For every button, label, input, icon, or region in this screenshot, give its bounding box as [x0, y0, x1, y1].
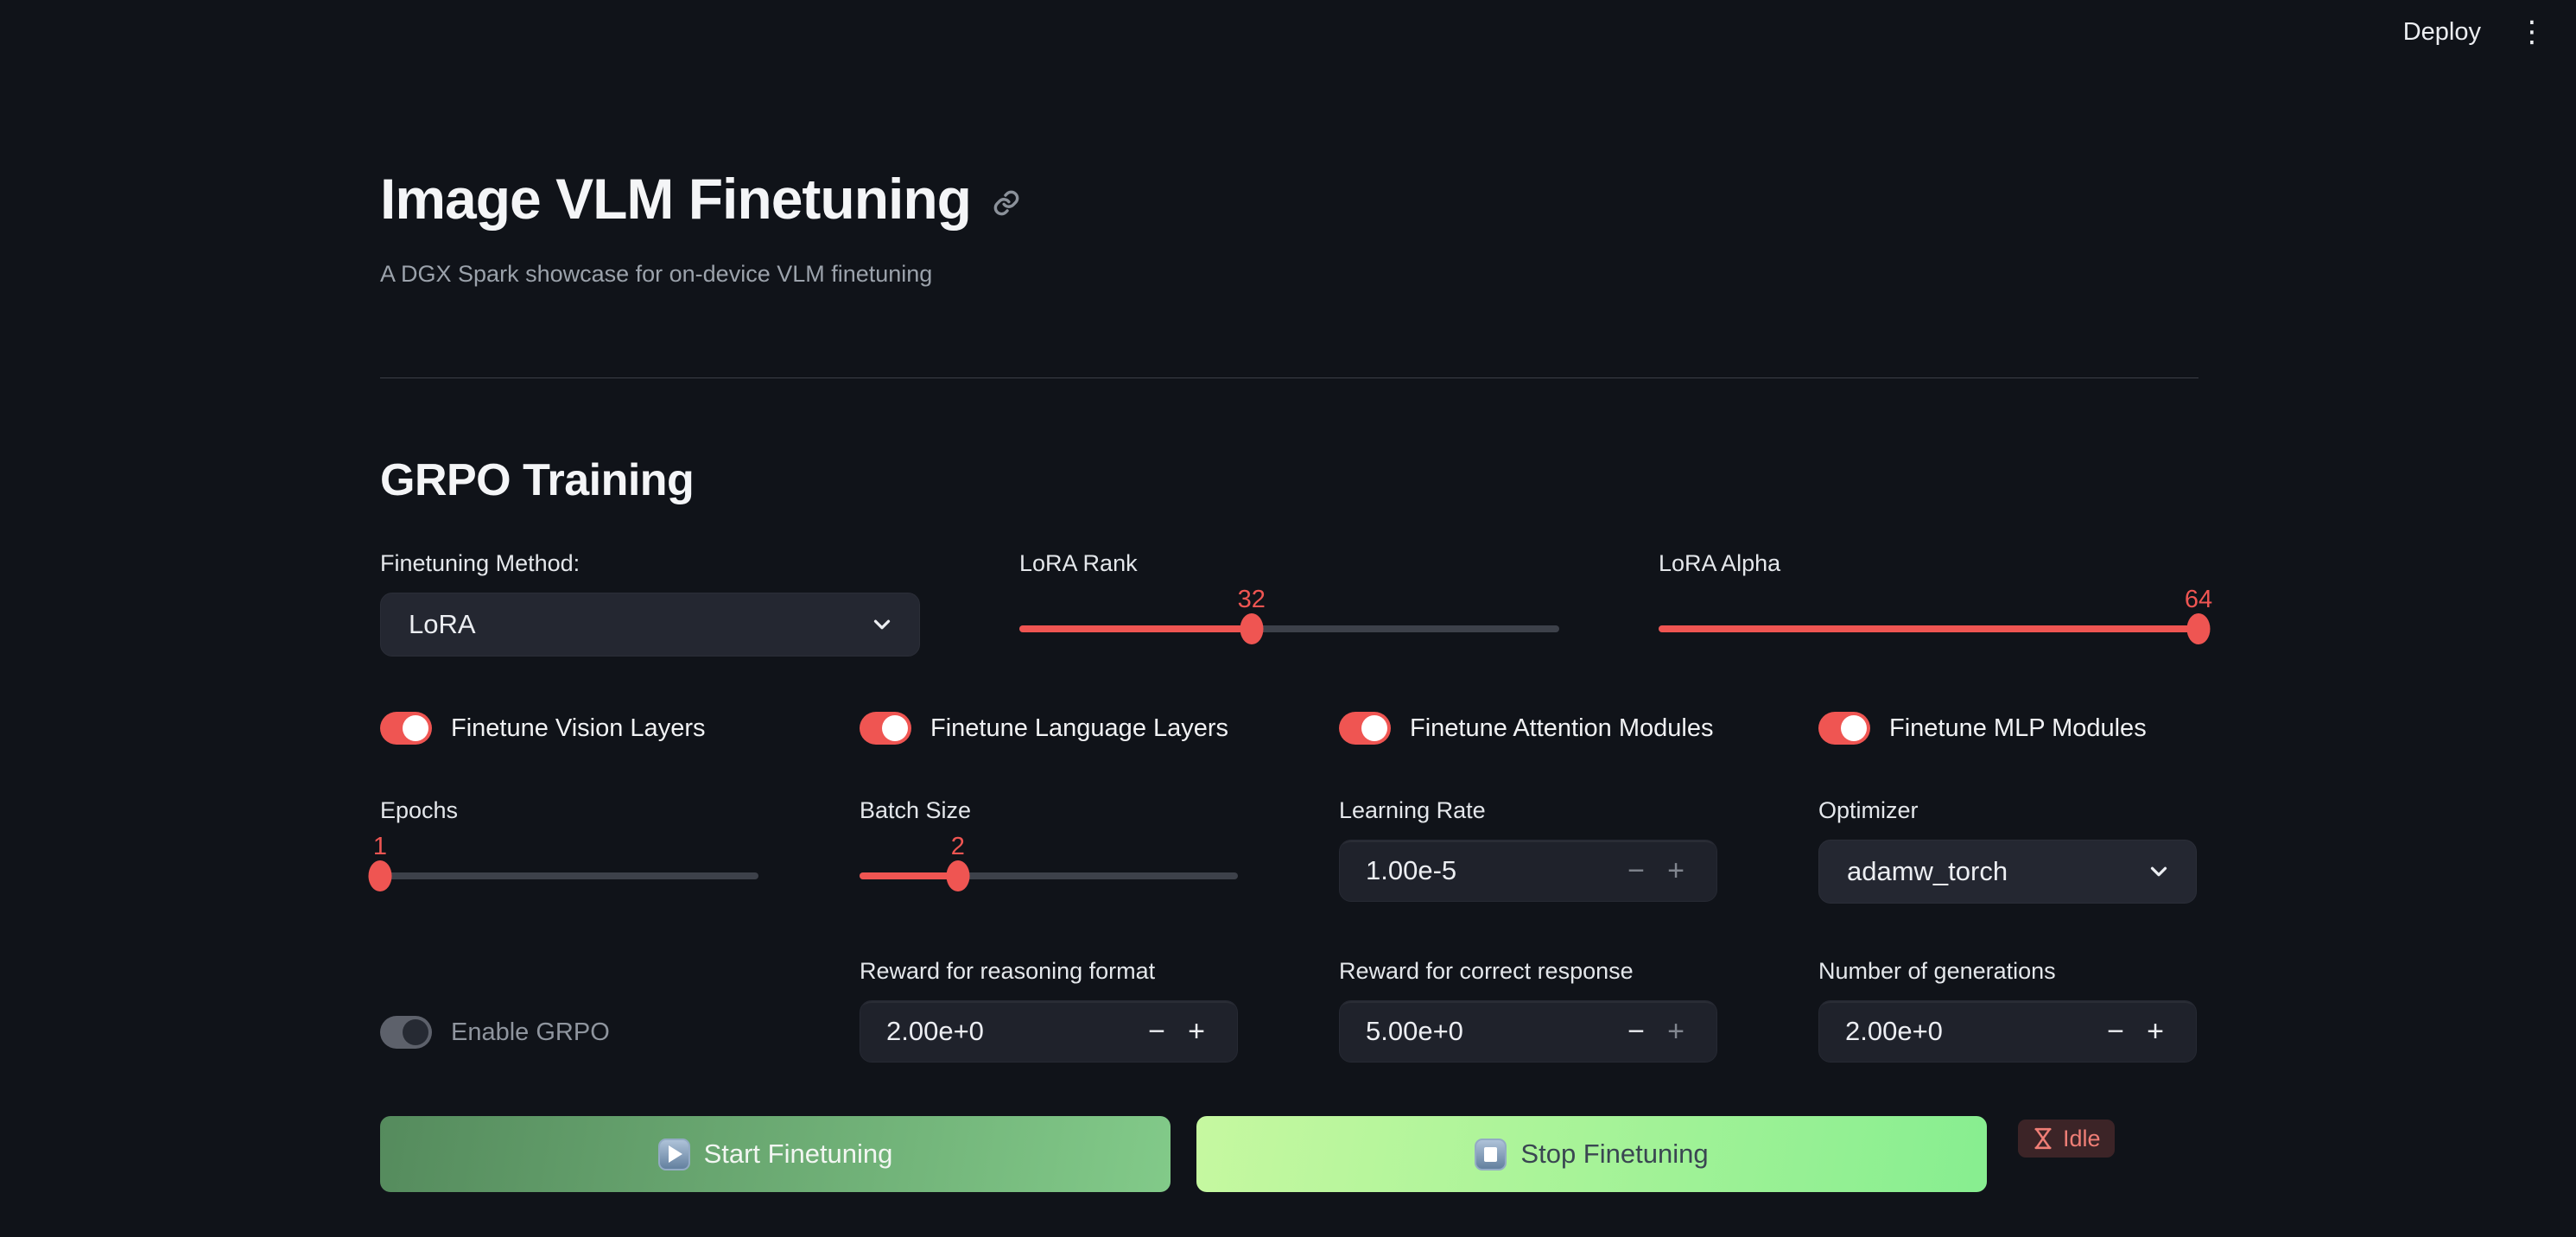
toggle-knob	[882, 715, 908, 741]
num-generations-field: Number of generations 2.00e+0 − +	[1818, 957, 2197, 1064]
toggle-track[interactable]	[1818, 712, 1870, 745]
toggle-knob	[403, 715, 428, 741]
kebab-menu-icon[interactable]: ⋮	[2517, 17, 2547, 47]
lora-alpha-value: 64	[2185, 586, 2212, 614]
start-finetuning-button[interactable]: Start Finetuning	[380, 1116, 1171, 1192]
stop-icon	[1475, 1139, 1507, 1170]
learning-rate-field: Learning Rate 1.00e-5 − +	[1339, 796, 1717, 904]
plus-button[interactable]: +	[1177, 1015, 1216, 1049]
actions-row: Start Finetuning Stop Finetuning Idle	[380, 1116, 2198, 1192]
lora-rank-track[interactable]	[1019, 613, 1559, 644]
page-title: Image VLM Finetuning	[380, 166, 2198, 232]
plus-button[interactable]: +	[1656, 1015, 1696, 1049]
reward-reasoning-field: Reward for reasoning format 2.00e+0 − +	[860, 957, 1238, 1064]
lora-rank-label: LoRA Rank	[1019, 549, 1559, 577]
lora-alpha-track[interactable]	[1659, 613, 2198, 644]
reward-correct-input[interactable]: 5.00e+0 − +	[1339, 1000, 1717, 1063]
chevron-down-icon	[2146, 859, 2172, 885]
reward-reasoning-label: Reward for reasoning format	[860, 957, 1238, 985]
link-icon[interactable]	[992, 188, 1021, 218]
batch-size-track[interactable]	[860, 860, 1238, 891]
row-training-params: Epochs 1 Batch Size 2 Learning Rate	[380, 796, 2198, 904]
chevron-down-icon	[869, 612, 895, 638]
minus-button[interactable]: −	[1137, 1015, 1177, 1049]
lora-rank-value: 32	[1238, 586, 1266, 614]
row-toggles: Finetune Vision Layers Finetune Language…	[380, 712, 2198, 745]
reward-reasoning-value[interactable]: 2.00e+0	[886, 1016, 1137, 1047]
toggle-knob	[403, 1019, 428, 1045]
epochs-track[interactable]	[380, 860, 758, 891]
epochs-value: 1	[373, 833, 387, 861]
reward-correct-value[interactable]: 5.00e+0	[1366, 1016, 1616, 1047]
plus-button[interactable]: +	[2135, 1015, 2175, 1049]
toggle-label: Enable GRPO	[451, 1018, 610, 1047]
lora-alpha-label: LoRA Alpha	[1659, 549, 2198, 577]
reward-reasoning-input[interactable]: 2.00e+0 − +	[860, 1000, 1238, 1063]
lora-alpha-slider: LoRA Alpha 64	[1659, 549, 2198, 657]
toggle-finetune-mlp-modules[interactable]: Finetune MLP Modules	[1818, 712, 2197, 745]
toggle-track[interactable]	[380, 712, 432, 745]
toggle-label: Finetune MLP Modules	[1889, 714, 2147, 743]
top-bar: Deploy ⋮	[0, 0, 2576, 64]
toggle-track[interactable]	[860, 712, 911, 745]
stop-finetuning-label: Stop Finetuning	[1520, 1139, 1708, 1170]
toggle-knob	[1361, 715, 1387, 741]
toggle-enable-grpo[interactable]: Enable GRPO	[380, 1000, 758, 1064]
divider	[380, 377, 2198, 378]
section-title: GRPO Training	[380, 454, 2198, 506]
toggle-track[interactable]	[1339, 712, 1391, 745]
finetuning-method-value: LoRA	[409, 609, 869, 640]
reward-correct-field: Reward for correct response 5.00e+0 − +	[1339, 957, 1717, 1064]
learning-rate-input[interactable]: 1.00e-5 − +	[1339, 840, 1717, 902]
lora-rank-slider: LoRA Rank 32	[1019, 549, 1559, 657]
epochs-label: Epochs	[380, 796, 758, 824]
toggle-label: Finetune Attention Modules	[1410, 714, 1713, 743]
page-title-text: Image VLM Finetuning	[380, 166, 971, 232]
plus-button[interactable]: +	[1656, 854, 1696, 888]
minus-button[interactable]: −	[1616, 854, 1656, 888]
num-generations-value[interactable]: 2.00e+0	[1845, 1016, 2096, 1047]
deploy-button[interactable]: Deploy	[2403, 18, 2481, 47]
batch-size-thumb[interactable]	[946, 860, 969, 891]
finetuning-method-field: Finetuning Method: LoRA	[380, 549, 920, 657]
learning-rate-value[interactable]: 1.00e-5	[1366, 855, 1616, 886]
page-subtitle: A DGX Spark showcase for on-device VLM f…	[380, 261, 2198, 288]
status-badge: Idle	[2018, 1120, 2115, 1158]
lora-alpha-thumb[interactable]	[2187, 613, 2211, 644]
epochs-slider: Epochs 1	[380, 796, 758, 904]
batch-size-label: Batch Size	[860, 796, 1238, 824]
optimizer-label: Optimizer	[1818, 796, 2197, 824]
finetuning-method-select[interactable]: LoRA	[380, 593, 920, 657]
toggle-finetune-attention-modules[interactable]: Finetune Attention Modules	[1339, 712, 1717, 745]
play-icon	[658, 1139, 690, 1170]
start-finetuning-label: Start Finetuning	[704, 1139, 893, 1170]
status-label: Idle	[2063, 1126, 2101, 1152]
row-method-lora: Finetuning Method: LoRA LoRA Rank 32 LoR…	[380, 549, 2198, 657]
stop-finetuning-button[interactable]: Stop Finetuning	[1196, 1116, 1987, 1192]
hourglass-icon	[2032, 1126, 2054, 1151]
num-generations-input[interactable]: 2.00e+0 − +	[1818, 1000, 2197, 1063]
toggle-track[interactable]	[380, 1016, 432, 1049]
toggle-finetune-language-layers[interactable]: Finetune Language Layers	[860, 712, 1238, 745]
reward-correct-label: Reward for correct response	[1339, 957, 1717, 985]
finetuning-method-label: Finetuning Method:	[380, 549, 920, 577]
batch-size-value: 2	[951, 833, 965, 861]
optimizer-value: adamw_torch	[1847, 856, 2146, 887]
toggle-knob	[1841, 715, 1867, 741]
minus-button[interactable]: −	[2096, 1015, 2135, 1049]
row-grpo-params: Enable GRPO Reward for reasoning format …	[380, 957, 2198, 1064]
toggle-finetune-vision-layers[interactable]: Finetune Vision Layers	[380, 712, 758, 745]
lora-rank-thumb[interactable]	[1240, 613, 1263, 644]
toggle-label: Finetune Language Layers	[930, 714, 1228, 743]
optimizer-field: Optimizer adamw_torch	[1818, 796, 2197, 904]
minus-button[interactable]: −	[1616, 1015, 1656, 1049]
optimizer-select[interactable]: adamw_torch	[1818, 840, 2197, 904]
epochs-thumb[interactable]	[369, 860, 392, 891]
toggle-label: Finetune Vision Layers	[451, 714, 705, 743]
learning-rate-label: Learning Rate	[1339, 796, 1717, 824]
batch-size-slider: Batch Size 2	[860, 796, 1238, 904]
num-generations-label: Number of generations	[1818, 957, 2197, 985]
